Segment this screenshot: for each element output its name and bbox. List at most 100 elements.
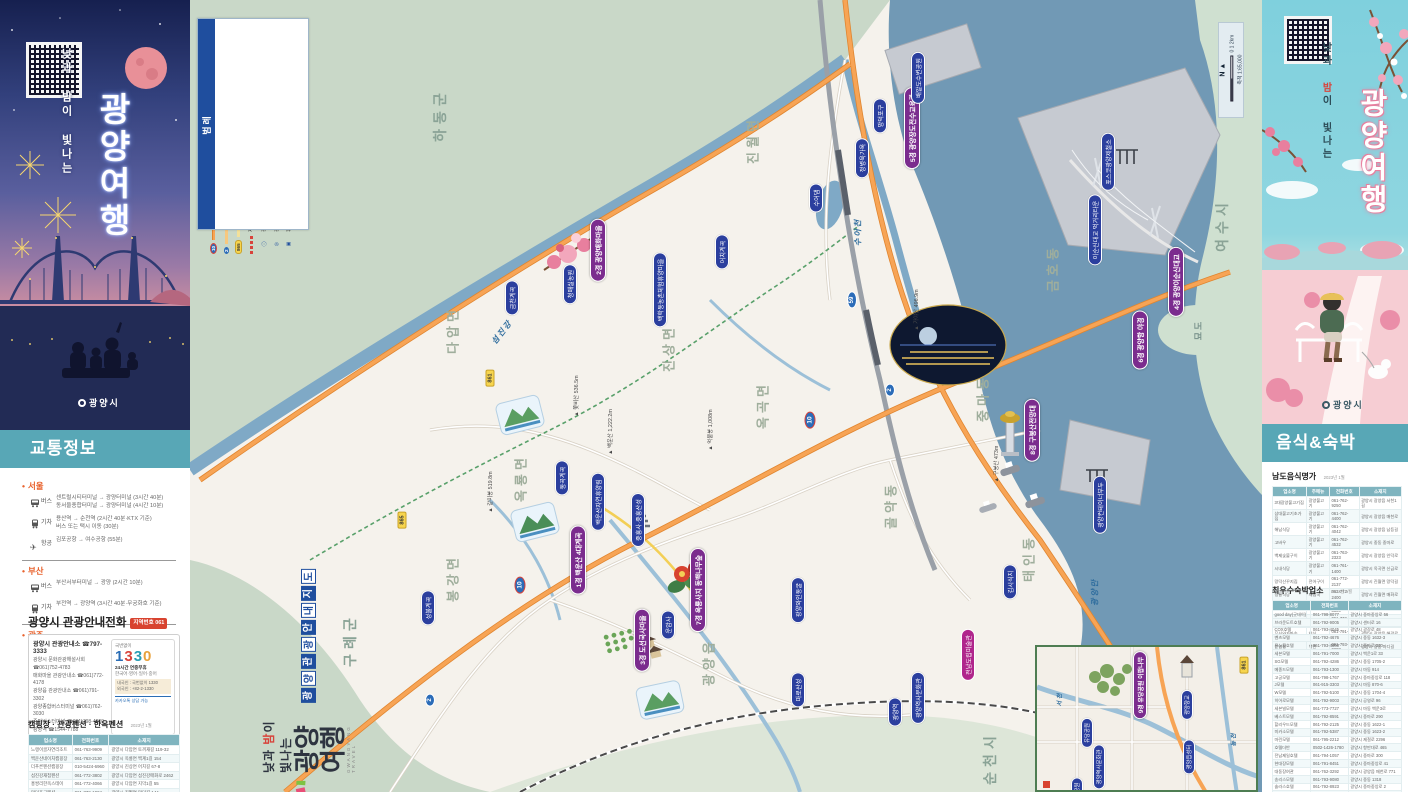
table-cell: 광양불고기 — [1306, 522, 1330, 537]
lodging-title: 최우수숙박업소 — [1272, 586, 1324, 595]
area-code-badge: 지역번호 061 — [130, 618, 168, 629]
traffic-route: 부전역 → 광양역 (3시간 40분·무궁화호 기준) — [56, 601, 162, 607]
traffic-row: ✈ 항공 김포공항 → 여수공항 (55분) — [30, 536, 176, 555]
national-route-shield: 2 — [885, 383, 895, 397]
phone-entry: 광양읍 관광안내소 ☎061)791-3302 — [33, 688, 99, 702]
table-cell: 3대광양불고기집 — [1271, 495, 1308, 511]
inset-base — [1037, 647, 1256, 790]
table-cell: 061-763-2130 — [71, 753, 110, 763]
table-cell: J모텔 — [1271, 680, 1312, 690]
train-icon — [30, 516, 41, 534]
peak-label: ▲ 구봉산 473m — [994, 445, 1000, 483]
map-label: 광양역사문화관 — [911, 672, 925, 724]
table-cell: 광양불고기 — [1306, 561, 1330, 576]
traffic-route: 부산서부터미널 → 광양 (2시간 10분) — [56, 580, 143, 586]
scenic-badge: 7경 옥룡사지 동백나무숲 — [690, 547, 706, 633]
map-label: 청매실농원 — [563, 263, 577, 305]
table-row: W모텔 061-792-5100 광양시 중동 1704-4 — [1271, 688, 1403, 698]
camp-table: 업소명 전화번호 소재지 느랭이골자연리조트 061-763-9909 광양시 다압면 토… — [28, 734, 180, 792]
table-row: 고바우 광양불고기 061-762-4532 광양시 중동 중마로 — [1271, 535, 1403, 550]
table-cell: 061-772-4066 — [71, 779, 110, 789]
tour-map: 범례 10고속도로2국도865지방도자전거길ⓘ관광안내소◎관광지▣휴게소 ◈시청… — [190, 0, 1262, 792]
local-route-shield: 865 — [397, 511, 407, 529]
table-cell: 광양시 중마중앙로 41 — [1347, 759, 1403, 768]
hotline-kakao: 카카오톡 상담 가능 — [115, 695, 171, 704]
table-row: 벤츠모텔 061-792-4676 광양시 중동 1632-3 — [1271, 633, 1403, 643]
table-cell: 061-793-4045 — [1310, 625, 1349, 635]
table-cell: 고바우 — [1271, 535, 1308, 550]
table-row: 느랭이골자연리조트 061-763-9909 광양시 다압면 토끼재길 119-32 — [28, 745, 180, 755]
cover-title: 광양여행 — [94, 92, 131, 240]
table-cell: W모텔 — [1271, 688, 1312, 698]
table-cell: 히어로모텔 — [1271, 696, 1312, 706]
table-cell: 061-773-7727 — [1310, 704, 1349, 713]
table-cell: 시내식당 — [1271, 561, 1308, 576]
table-cell: 광양시 중동 1623-2 — [1347, 727, 1403, 737]
map-label: 포스코광양제철소 — [1101, 133, 1115, 191]
traffic-section: • 부산 버스 부산서부터미널 → 광양 (2시간 10분) 기차 부전역 → 광양역 (… — [22, 565, 176, 619]
table-cell: 광양시 마동 백운3로 — [1347, 704, 1403, 713]
traffic-mode: 기차 — [41, 520, 53, 526]
table-cell: 광양시 백운1로 33 — [1347, 649, 1403, 659]
table-cell: 벤츠모텔 — [1271, 633, 1312, 643]
traffic-mode: 항공 — [41, 541, 53, 547]
city-logo-icon — [1322, 401, 1330, 409]
map-legend: 범례 — [197, 18, 309, 230]
traffic-city: • 부산 — [22, 566, 44, 576]
map-label: 이순신대교 먹거리타운 — [1088, 194, 1102, 266]
scenic-badge: 6경 광양항 야경 — [1132, 310, 1148, 370]
district-label: 옥룡면 — [513, 454, 529, 502]
table-row: 삼대불고기초가집 광양불고기 061-762-4400 광양시 광양읍 매천로 — [1271, 509, 1403, 524]
scenic-badge: 9경 유당공원 이팝나무 — [1133, 650, 1147, 720]
map-label: 인서리공원 — [1071, 777, 1083, 790]
table-cell: COX호텔 — [1271, 625, 1312, 635]
table-cell: 광양시 광양읍 서천1길 — [1358, 495, 1403, 511]
table-cell: 더푸른펜션캠핑장 — [28, 762, 73, 772]
map-label: 중흥사·중흥산성 — [631, 493, 645, 547]
museum-label: 전남도립미술관 — [961, 629, 975, 681]
table-cell: 현대장모텔 — [1271, 759, 1312, 768]
valley-art-3 — [635, 680, 685, 720]
traffic-mode: 기차 — [41, 605, 53, 611]
subtitle-letter-box: 광 — [300, 637, 316, 653]
map-label: 배알도수변공원 — [911, 52, 925, 104]
column-header: 업소명 — [28, 734, 73, 746]
table-cell: 고궁모텔 — [1271, 672, 1312, 682]
night-cover: 낮과 밤이 빛나는 광양여행 광양시 — [0, 0, 190, 430]
district-label: 봉강면 — [445, 554, 461, 602]
table-cell: 061-772-3802 — [71, 770, 110, 780]
water-label: 수어천 — [853, 217, 863, 247]
camp-table-note: 2023년 1월 — [130, 723, 152, 728]
legend-sample: ▣ — [285, 241, 292, 247]
restaurants-title: 남도음식명가 — [1272, 472, 1317, 481]
map-label: 망덕포구 — [873, 98, 887, 134]
table-cell: 광양시 마동 870-6 — [1347, 680, 1403, 690]
phone-entry: 광양시 문화관광해설사회 ☎061)752-4783 — [33, 657, 85, 671]
column-header: 주메뉴 — [1306, 486, 1330, 497]
hotline-langs: 한국어·영어·일어·중어 — [115, 671, 157, 676]
traffic-route: 김포공항 → 여수공항 (55분) — [56, 537, 123, 543]
peak-label: ▲ 가야산 496.9m — [914, 289, 920, 331]
table-cell: 광양시 다압면 지막1길 55 — [108, 779, 180, 789]
phone-title: 광양시 관광안내전화 지역번호 061 — [28, 614, 180, 630]
table-cell: 광양시 중마로 290 — [1347, 711, 1403, 721]
traffic-route: 용산역 → 순천역 (2시간 40분·KTX 기준) 버스 또는 택시 이동 (3… — [56, 516, 152, 531]
city-inset-map: 9경 유당공원 이팝나무유당공원광양역사문화관 광양향교광양읍성터인서리공원 서천동… — [1035, 645, 1258, 792]
camp-table-title: 캠핑장 · 관광펜션 · 한옥펜션 — [28, 720, 124, 729]
table-row: 베스트모텔 061-792-8591 광양시 중마로 290 — [1271, 711, 1403, 721]
table-cell: 061-792-5387 — [1310, 727, 1349, 737]
subtitle-letter-box: 안 — [300, 620, 316, 636]
table-cell: 브라운도트호텔 — [1271, 617, 1312, 627]
water-label: 광양만 — [1090, 577, 1100, 607]
neighbor-region-label: 하동군 — [432, 88, 448, 142]
valley-art-1 — [495, 394, 545, 436]
column-header: 전화번호 — [1328, 486, 1360, 497]
table-cell: 061-794-1057 — [1310, 751, 1349, 761]
table-cell: 호텔더반 — [1271, 743, 1312, 753]
neighbor-region-label: 여수시 — [1214, 198, 1230, 252]
lodging-block: 최우수숙박업소 2023년 1월 업소명 전화번호 소재지 good day(굿데이)… — [1262, 580, 1408, 792]
table-cell: 061-795-2212 — [1310, 735, 1349, 745]
local-route-shield: 861 — [1239, 656, 1249, 674]
district-label: 금호동 — [1045, 244, 1061, 292]
table-cell: 솔라스호텔 — [1271, 782, 1312, 792]
